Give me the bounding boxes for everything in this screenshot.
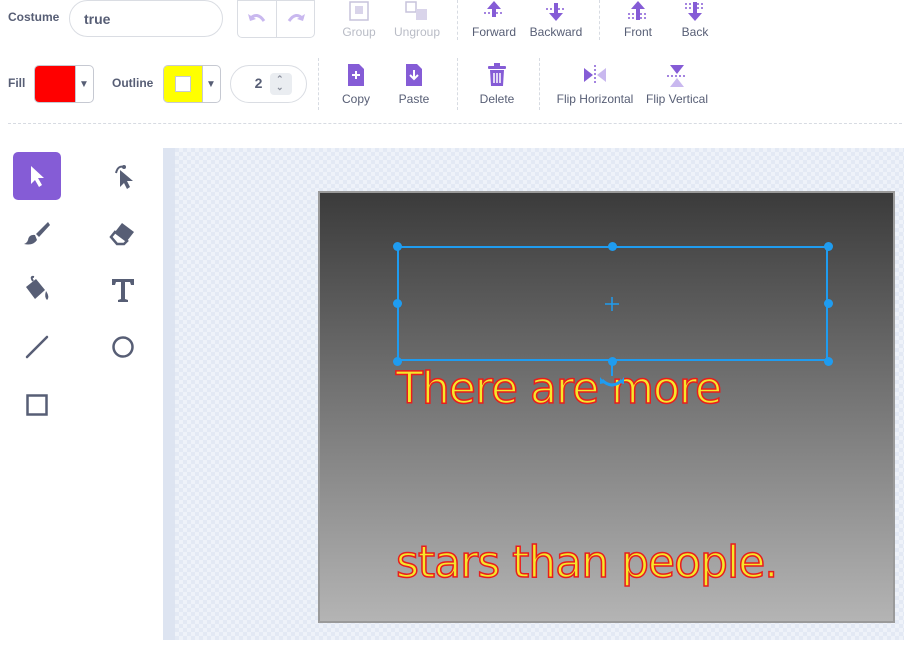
ungroup-icon — [405, 1, 427, 20]
rectangle-icon — [26, 394, 48, 416]
flip-vertical-label: Flip Vertical — [645, 92, 709, 106]
resize-handle[interactable] — [393, 299, 402, 308]
back-icon — [685, 2, 705, 21]
back-label: Back — [681, 25, 709, 39]
flip-vertical-button[interactable]: Flip Vertical — [643, 63, 711, 106]
circle-icon — [112, 336, 134, 358]
move-center-icon[interactable] — [604, 296, 620, 312]
ungroup-button[interactable]: Ungroup — [392, 0, 442, 39]
outline-color-picker[interactable]: ▼ — [163, 65, 221, 103]
back-button[interactable]: Back — [673, 0, 717, 39]
paste-label: Paste — [398, 92, 430, 106]
outline-swatch — [164, 66, 202, 102]
undo-icon — [248, 14, 266, 22]
brush-tool[interactable] — [13, 209, 61, 257]
eraser-tool[interactable] — [99, 209, 147, 257]
stepper-arrows[interactable]: ⌃ ⌄ — [270, 73, 292, 95]
fill-label: Fill — [8, 76, 26, 90]
resize-handle[interactable] — [824, 357, 833, 366]
front-label: Front — [623, 25, 652, 39]
forward-label: Forward — [471, 25, 516, 39]
chevron-down-icon: ▼ — [206, 78, 216, 90]
copy-label: Copy — [341, 92, 370, 106]
brush-icon — [24, 222, 50, 245]
toolbar-divider — [539, 58, 540, 110]
line-tool[interactable] — [13, 323, 61, 371]
costume-name-input[interactable] — [69, 0, 223, 37]
undo-button[interactable] — [238, 1, 276, 37]
outline-swatch-inner — [175, 76, 191, 92]
backward-button[interactable]: Backward — [526, 0, 586, 39]
canvas-scrollbar-track — [163, 148, 175, 640]
undo-redo-group — [237, 0, 315, 38]
copy-icon — [348, 64, 364, 86]
line-icon — [25, 335, 49, 359]
redo-button[interactable] — [277, 1, 315, 37]
resize-handle[interactable] — [608, 242, 617, 251]
forward-icon — [484, 1, 504, 17]
forward-button[interactable]: Forward — [469, 0, 519, 39]
text-icon — [112, 279, 134, 302]
front-icon — [628, 1, 648, 20]
chevron-down-icon: ▼ — [79, 78, 89, 90]
circle-tool[interactable] — [99, 323, 147, 371]
outline-label: Outline — [112, 76, 154, 90]
flip-horizontal-button[interactable]: Flip Horizontal — [553, 63, 637, 106]
flip-horizontal-icon — [584, 65, 606, 85]
reshape-icon — [115, 165, 133, 189]
resize-handle[interactable] — [393, 242, 402, 251]
resize-handle[interactable] — [824, 299, 833, 308]
trash-icon — [488, 63, 506, 86]
delete-button[interactable]: Delete — [475, 63, 519, 106]
arrow-cursor-icon — [31, 166, 44, 187]
delete-label: Delete — [479, 92, 515, 106]
paste-button[interactable]: Paste — [393, 63, 435, 106]
flip-horizontal-label: Flip Horizontal — [556, 92, 634, 106]
toolbar-bottom-divider — [8, 123, 902, 124]
select-tool[interactable] — [13, 152, 61, 200]
costume-label: Costume — [8, 10, 60, 24]
flip-vertical-icon — [667, 65, 687, 87]
ungroup-label: Ungroup — [393, 25, 441, 39]
costume-text-line: stars than people. — [395, 536, 779, 589]
reshape-tool[interactable] — [99, 152, 147, 200]
paint-bucket-icon — [26, 275, 49, 300]
backward-icon — [546, 3, 566, 21]
eraser-icon — [109, 223, 134, 246]
group-icon — [349, 1, 369, 21]
front-button[interactable]: Front — [616, 0, 660, 39]
rotate-handle-icon[interactable] — [599, 364, 625, 390]
group-label: Group — [342, 25, 376, 39]
fill-color-picker[interactable]: ▼ — [34, 65, 94, 103]
toolbar-divider — [599, 0, 600, 40]
outline-width-stepper[interactable]: 2 ⌃ ⌄ — [230, 65, 307, 103]
paste-icon — [406, 64, 422, 86]
redo-icon — [287, 14, 305, 22]
text-tool[interactable] — [99, 266, 147, 314]
rectangle-tool[interactable] — [13, 381, 61, 429]
copy-button[interactable]: Copy — [336, 63, 376, 106]
group-button[interactable]: Group — [337, 0, 381, 39]
resize-handle[interactable] — [824, 242, 833, 251]
fill-swatch — [35, 66, 75, 102]
toolbar-divider — [457, 0, 458, 40]
backward-label: Backward — [529, 25, 583, 39]
toolbar-divider — [457, 58, 458, 110]
fill-tool[interactable] — [13, 266, 61, 314]
resize-handle[interactable] — [393, 357, 402, 366]
chevron-down-icon: ⌄ — [276, 82, 284, 92]
toolbar-divider — [318, 58, 319, 110]
